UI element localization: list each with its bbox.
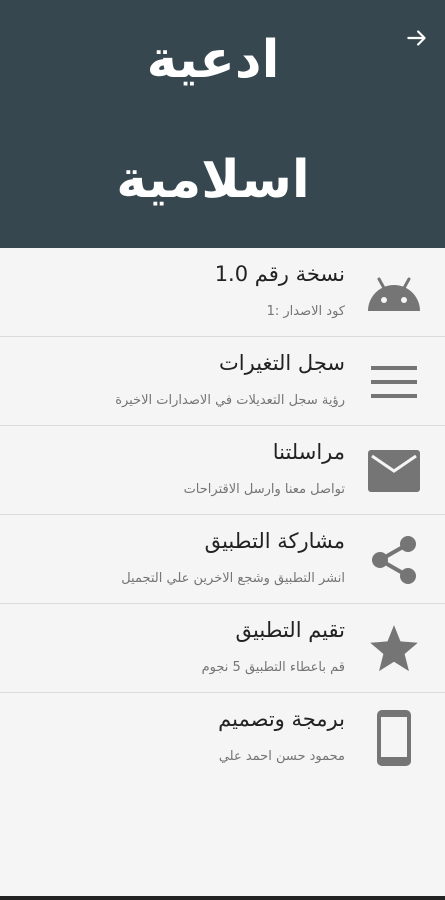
menu-lines-icon	[365, 353, 423, 411]
phone-icon	[365, 709, 423, 767]
list-item-share[interactable]: مشاركة التطبيق انشر التطبيق وشجع الاخرين…	[0, 515, 445, 604]
list-item-version[interactable]: نسخة رقم 1.0 كود الاصدار :1	[0, 248, 445, 337]
back-button[interactable]	[401, 22, 433, 54]
app-title: ادعية اسلامية	[116, 30, 310, 210]
item-subtitle: قم باعطاء التطبيق 5 نجوم	[201, 660, 345, 675]
item-subtitle: كود الاصدار :1	[266, 304, 345, 319]
item-title: تقيم التطبيق	[235, 618, 345, 642]
item-subtitle: محمود حسن احمد علي	[218, 749, 345, 764]
list-item-rate[interactable]: تقيم التطبيق قم باعطاء التطبيق 5 نجوم	[0, 604, 445, 693]
list-item-credits[interactable]: برمجة وتصميم محمود حسن احمد علي	[0, 693, 445, 781]
list-item-contact[interactable]: مراسلتنا تواصل معنا وارسل الاقتراحات	[0, 426, 445, 515]
item-title: سجل التغيرات	[219, 351, 345, 375]
item-subtitle: رؤية سجل التعديلات في الاصدارات الاخيرة	[115, 393, 345, 408]
item-subtitle: انشر التطبيق وشجع الاخرين علي التجميل	[121, 571, 345, 586]
item-title: نسخة رقم 1.0	[214, 262, 345, 286]
list-item-changelog[interactable]: سجل التغيرات رؤية سجل التعديلات في الاصد…	[0, 337, 445, 426]
star-icon	[365, 620, 423, 678]
bottom-edge	[0, 896, 445, 900]
share-icon	[365, 531, 423, 589]
app-header: ادعية اسلامية	[0, 0, 445, 248]
mail-icon	[365, 442, 423, 500]
android-icon	[365, 264, 423, 322]
item-title: مراسلتنا	[272, 440, 345, 464]
item-title: برمجة وتصميم	[218, 707, 345, 731]
about-list: نسخة رقم 1.0 كود الاصدار :1 سجل التغيرات…	[0, 248, 445, 781]
item-title: مشاركة التطبيق	[204, 529, 345, 553]
arrow-right-icon	[407, 30, 426, 46]
item-subtitle: تواصل معنا وارسل الاقتراحات	[183, 482, 345, 497]
